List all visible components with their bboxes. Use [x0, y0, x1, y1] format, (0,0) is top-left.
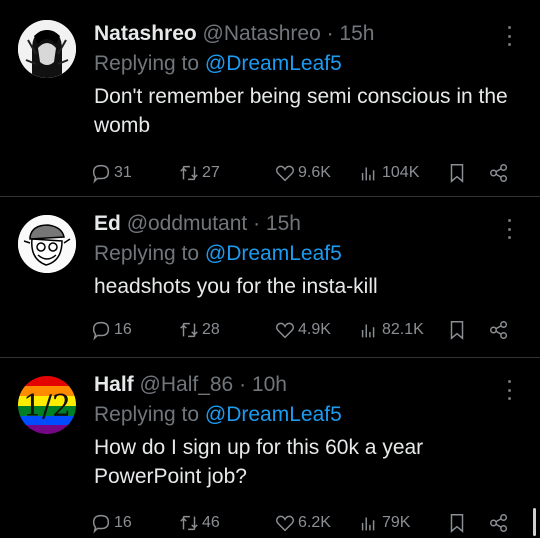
replying-to: Replying to @DreamLeaf5	[94, 240, 512, 268]
views-icon	[361, 517, 375, 531]
author-name[interactable]: Half	[94, 373, 134, 396]
views-icon	[361, 324, 375, 338]
like-icon	[275, 165, 295, 182]
avatar[interactable]	[18, 215, 76, 273]
more-icon[interactable]	[500, 24, 518, 48]
bookmark-icon	[450, 321, 464, 340]
retweet-count: 46	[202, 514, 220, 531]
timestamp[interactable]: · 15h	[327, 22, 375, 45]
tweet-3[interactable]: 1/2 Half @Half_86 · 10h Replying to @Dre…	[0, 358, 540, 538]
reply-count: 16	[114, 514, 132, 531]
mention-link[interactable]: @DreamLeaf5	[205, 242, 342, 265]
timestamp[interactable]: · 10h	[239, 373, 287, 396]
bookmark-button[interactable]	[446, 160, 468, 186]
views-count: 82.1K	[382, 321, 424, 338]
like-count: 9.6K	[298, 164, 331, 181]
bookmark-icon	[450, 164, 464, 183]
replying-to: Replying to @DreamLeaf5	[94, 401, 512, 429]
reply-count: 16	[114, 321, 132, 338]
timestamp[interactable]: · 15h	[253, 212, 301, 235]
bookmark-button[interactable]	[446, 510, 468, 536]
author-handle[interactable]: @oddmutant	[127, 212, 248, 235]
share-button[interactable]	[488, 160, 510, 186]
views-count: 104K	[382, 164, 420, 181]
author-name[interactable]: Natashreo	[94, 22, 197, 45]
retweet-button[interactable]: 28	[178, 317, 220, 343]
share-icon	[490, 164, 508, 182]
more-icon[interactable]	[500, 217, 518, 241]
bookmark-button[interactable]	[446, 317, 468, 343]
scrollbar[interactable]	[533, 508, 536, 536]
views-icon	[361, 167, 375, 181]
replying-to: Replying to @DreamLeaf5	[94, 50, 512, 78]
reply-icon	[92, 514, 110, 534]
like-icon	[275, 515, 295, 532]
views-count: 79K	[382, 514, 411, 531]
views-button[interactable]: 104K	[358, 160, 419, 186]
retweet-icon	[180, 515, 198, 531]
replying-prefix: Replying to	[94, 403, 200, 426]
avatar[interactable]: 1/2	[18, 376, 76, 434]
avatar[interactable]	[18, 20, 76, 78]
reply-icon	[92, 321, 110, 341]
like-count: 6.2K	[298, 514, 331, 531]
retweet-icon	[180, 322, 198, 338]
views-button[interactable]: 79K	[358, 510, 410, 536]
like-button[interactable]: 4.9K	[274, 317, 331, 343]
like-button[interactable]: 6.2K	[274, 510, 331, 536]
share-button[interactable]	[488, 317, 510, 343]
more-icon[interactable]	[500, 378, 518, 402]
tweet-2[interactable]: Ed @oddmutant · 15h Replying to @DreamLe…	[0, 197, 540, 357]
avatar-text: 1/2	[23, 389, 71, 424]
tweet-1[interactable]: Natashreo @Natashreo · 15h Replying to @…	[0, 0, 540, 195]
retweet-button[interactable]: 46	[178, 510, 220, 536]
retweet-count: 28	[202, 321, 220, 338]
reply-button[interactable]: 16	[90, 510, 132, 536]
share-icon	[490, 514, 508, 532]
retweet-icon	[180, 165, 198, 181]
share-icon	[490, 321, 508, 339]
reply-icon	[92, 164, 110, 184]
share-button[interactable]	[488, 510, 510, 536]
replying-prefix: Replying to	[94, 242, 200, 265]
author-handle[interactable]: @Half_86	[140, 373, 234, 396]
reply-button[interactable]: 16	[90, 317, 132, 343]
retweet-button[interactable]: 27	[178, 160, 220, 186]
bookmark-icon	[450, 514, 464, 533]
mention-link[interactable]: @DreamLeaf5	[205, 403, 342, 426]
replying-prefix: Replying to	[94, 52, 200, 75]
reply-count: 31	[114, 164, 132, 181]
author-name[interactable]: Ed	[94, 212, 121, 235]
like-icon	[275, 322, 295, 339]
mention-link[interactable]: @DreamLeaf5	[205, 52, 342, 75]
like-button[interactable]: 9.6K	[274, 160, 331, 186]
tweet-text: Don't remember being semi conscious in t…	[94, 85, 508, 137]
tweet-text: headshots you for the insta-kill	[94, 275, 378, 298]
like-count: 4.9K	[298, 321, 331, 338]
retweet-count: 27	[202, 164, 220, 181]
views-button[interactable]: 82.1K	[358, 317, 424, 343]
reply-button[interactable]: 31	[90, 160, 132, 186]
author-handle[interactable]: @Natashreo	[203, 22, 321, 45]
tweet-text: How do I sign up for this 60k a year Pow…	[94, 436, 424, 488]
